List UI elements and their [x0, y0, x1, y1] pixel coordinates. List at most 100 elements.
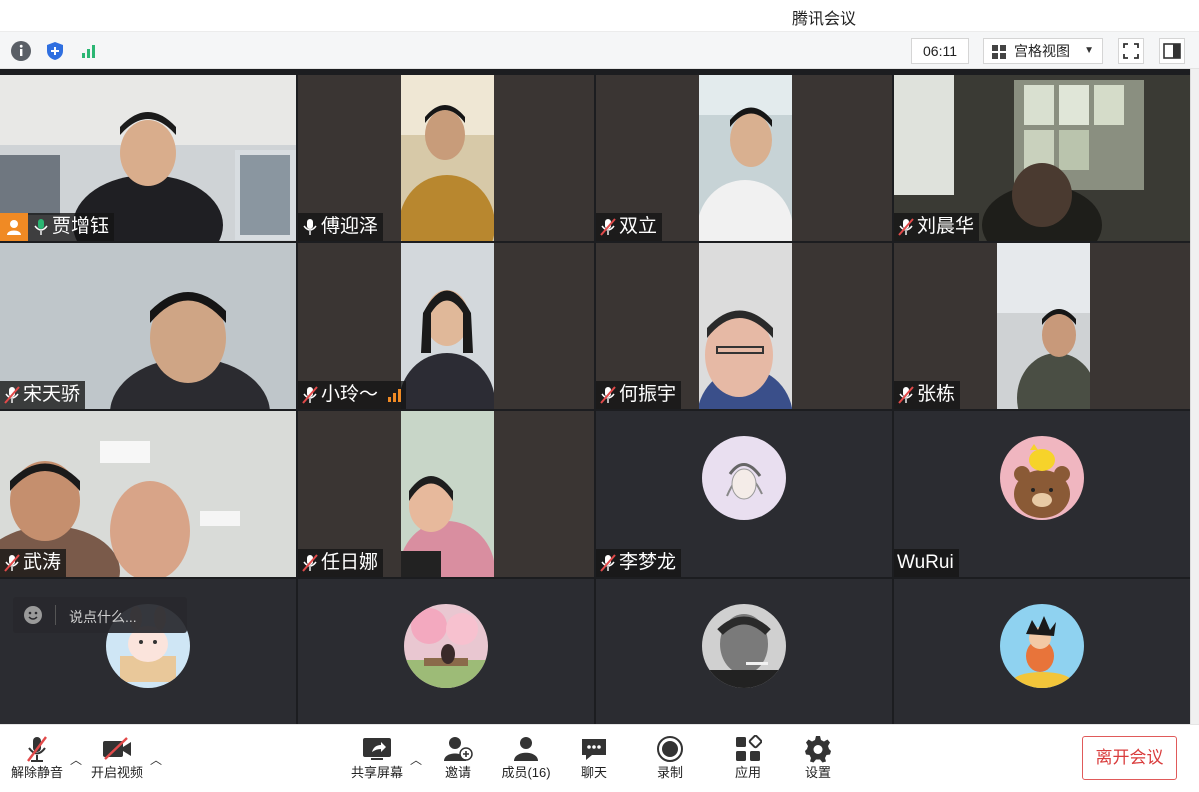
- mic-muted-icon: [4, 386, 20, 404]
- avatar: [702, 604, 786, 688]
- members-button[interactable]: 成员(16): [496, 733, 556, 785]
- mic-icon: [303, 219, 317, 235]
- mic-muted-icon: [898, 218, 914, 236]
- participant-video: [401, 75, 494, 241]
- sidebar-toggle-button[interactable]: [1159, 38, 1185, 64]
- participant-name: 李梦龙: [619, 552, 677, 573]
- mic-muted-icon: [898, 386, 914, 404]
- participant-tile[interactable]: WuRui: [894, 411, 1190, 577]
- participant-name: 贾增钰: [52, 216, 110, 237]
- participant-nametag: 任日娜: [298, 549, 384, 577]
- participant-tile[interactable]: 张栋: [894, 243, 1190, 409]
- leave-meeting-button[interactable]: 离开会议: [1082, 736, 1177, 780]
- record-button[interactable]: 录制: [648, 733, 692, 785]
- window-title: 腾讯会议: [792, 11, 857, 28]
- mic-muted-icon: [4, 554, 20, 572]
- audio-options-caret-icon[interactable]: ︿: [70, 751, 82, 768]
- avatar: [404, 604, 488, 688]
- participant-tile[interactable]: 刘晨华: [894, 75, 1190, 241]
- participant-tile[interactable]: [298, 579, 594, 724]
- participant-tile[interactable]: 武涛: [0, 411, 296, 577]
- apps-label: 应用: [734, 765, 761, 780]
- top-toolbar: 06:11 宫格视图 ▼: [0, 31, 1199, 69]
- participant-name: 傅迎泽: [321, 216, 379, 237]
- participant-name: 宋天骄: [23, 384, 81, 405]
- participant-name: 张栋: [917, 384, 956, 405]
- share-screen-label: 共享屏幕: [350, 765, 403, 780]
- members-label: 成员(16): [501, 765, 551, 780]
- start-video-button[interactable]: 开启视频: [86, 733, 148, 785]
- settings-label: 设置: [804, 765, 831, 780]
- signal-strength-icon: [388, 388, 402, 402]
- mic-muted-icon: [600, 386, 616, 404]
- participant-nametag: 武涛: [0, 549, 67, 577]
- caret-down-icon: ▼: [1084, 45, 1094, 56]
- mic-muted-icon: [27, 736, 47, 762]
- title-bar: 腾讯会议: [0, 0, 1199, 30]
- chat-input[interactable]: 说点什么...: [13, 597, 187, 633]
- bottom-control-bar: 解除静音 ︿ 开启视频 ︿ 共享屏幕 ︿ 邀请 成员(16) 聊天 录制 应用 …: [0, 724, 1199, 792]
- participant-video: [997, 243, 1090, 409]
- chat-bubble-icon: [582, 739, 606, 760]
- network-signal-icon[interactable]: [77, 39, 101, 63]
- mic-on-icon: [34, 219, 48, 235]
- participant-tile[interactable]: [894, 579, 1190, 724]
- camera-off-icon: [103, 737, 131, 760]
- participant-nametag: 傅迎泽: [298, 213, 384, 241]
- unmute-button[interactable]: 解除静音: [6, 733, 68, 785]
- mic-muted-icon: [600, 218, 616, 236]
- view-mode-select[interactable]: 宫格视图 ▼: [983, 38, 1103, 64]
- participant-name: 武涛: [23, 552, 62, 573]
- invite-button[interactable]: 邀请: [434, 733, 482, 785]
- record-icon: [657, 736, 683, 762]
- info-icon[interactable]: [9, 39, 33, 63]
- scrollbar[interactable]: [1190, 69, 1199, 724]
- participant-tile[interactable]: 任日娜: [298, 411, 594, 577]
- participant-tile[interactable]: 傅迎泽: [298, 75, 594, 241]
- invite-label: 邀请: [444, 765, 471, 780]
- participant-tile[interactable]: 小玲～: [298, 243, 594, 409]
- participant-nametag: 贾增钰: [0, 213, 115, 241]
- settings-button[interactable]: 设置: [796, 733, 840, 785]
- meeting-timer: 06:11: [911, 38, 969, 64]
- video-options-caret-icon[interactable]: ︿: [150, 751, 162, 768]
- share-screen-button[interactable]: 共享屏幕: [346, 733, 408, 785]
- participant-tile[interactable]: [596, 579, 892, 724]
- divider: [55, 605, 56, 625]
- chat-button[interactable]: 聊天: [572, 733, 616, 785]
- participant-name: WuRui: [897, 552, 954, 573]
- participant-video: [699, 75, 792, 241]
- participant-name: 任日娜: [321, 552, 379, 573]
- participant-tile[interactable]: 何振宇: [596, 243, 892, 409]
- participant-video: [699, 243, 792, 409]
- participant-nametag: 宋天骄: [0, 381, 86, 409]
- participant-nametag: 张栋: [894, 381, 961, 409]
- participant-video: [401, 411, 494, 577]
- participant-name: 双立: [619, 216, 658, 237]
- avatar: [1000, 604, 1084, 688]
- fullscreen-button[interactable]: [1118, 38, 1144, 64]
- invite-user-icon: [444, 737, 473, 761]
- participant-nametag: 小玲～: [298, 381, 407, 409]
- chat-input-placeholder: 说点什么...: [69, 609, 137, 625]
- share-options-caret-icon[interactable]: ︿: [410, 751, 422, 768]
- participant-video: [401, 243, 494, 409]
- security-shield-icon[interactable]: [43, 39, 67, 63]
- unmute-label: 解除静音: [10, 765, 63, 780]
- participant-tile[interactable]: 宋天骄: [0, 243, 296, 409]
- participant-tile[interactable]: 贾增钰: [0, 75, 296, 241]
- participant-tile[interactable]: 双立: [596, 75, 892, 241]
- apps-grid-icon: [736, 735, 762, 761]
- avatar: [702, 436, 786, 520]
- apps-button[interactable]: 应用: [726, 733, 770, 785]
- gear-icon: [805, 736, 831, 763]
- participant-tile[interactable]: 李梦龙: [596, 411, 892, 577]
- mic-muted-icon: [302, 554, 318, 572]
- participant-nametag: 双立: [596, 213, 663, 241]
- emoji-icon[interactable]: [23, 605, 43, 625]
- fullscreen-icon: [1123, 43, 1139, 59]
- share-screen-icon: [363, 738, 391, 760]
- participant-name: 小玲～: [321, 384, 379, 405]
- video-grid: 贾增钰 傅迎泽 双立 刘晨华 宋天骄 小玲～ 何振宇 张栋 武涛 任日娜 李梦龙…: [0, 69, 1190, 724]
- members-icon: [514, 737, 538, 761]
